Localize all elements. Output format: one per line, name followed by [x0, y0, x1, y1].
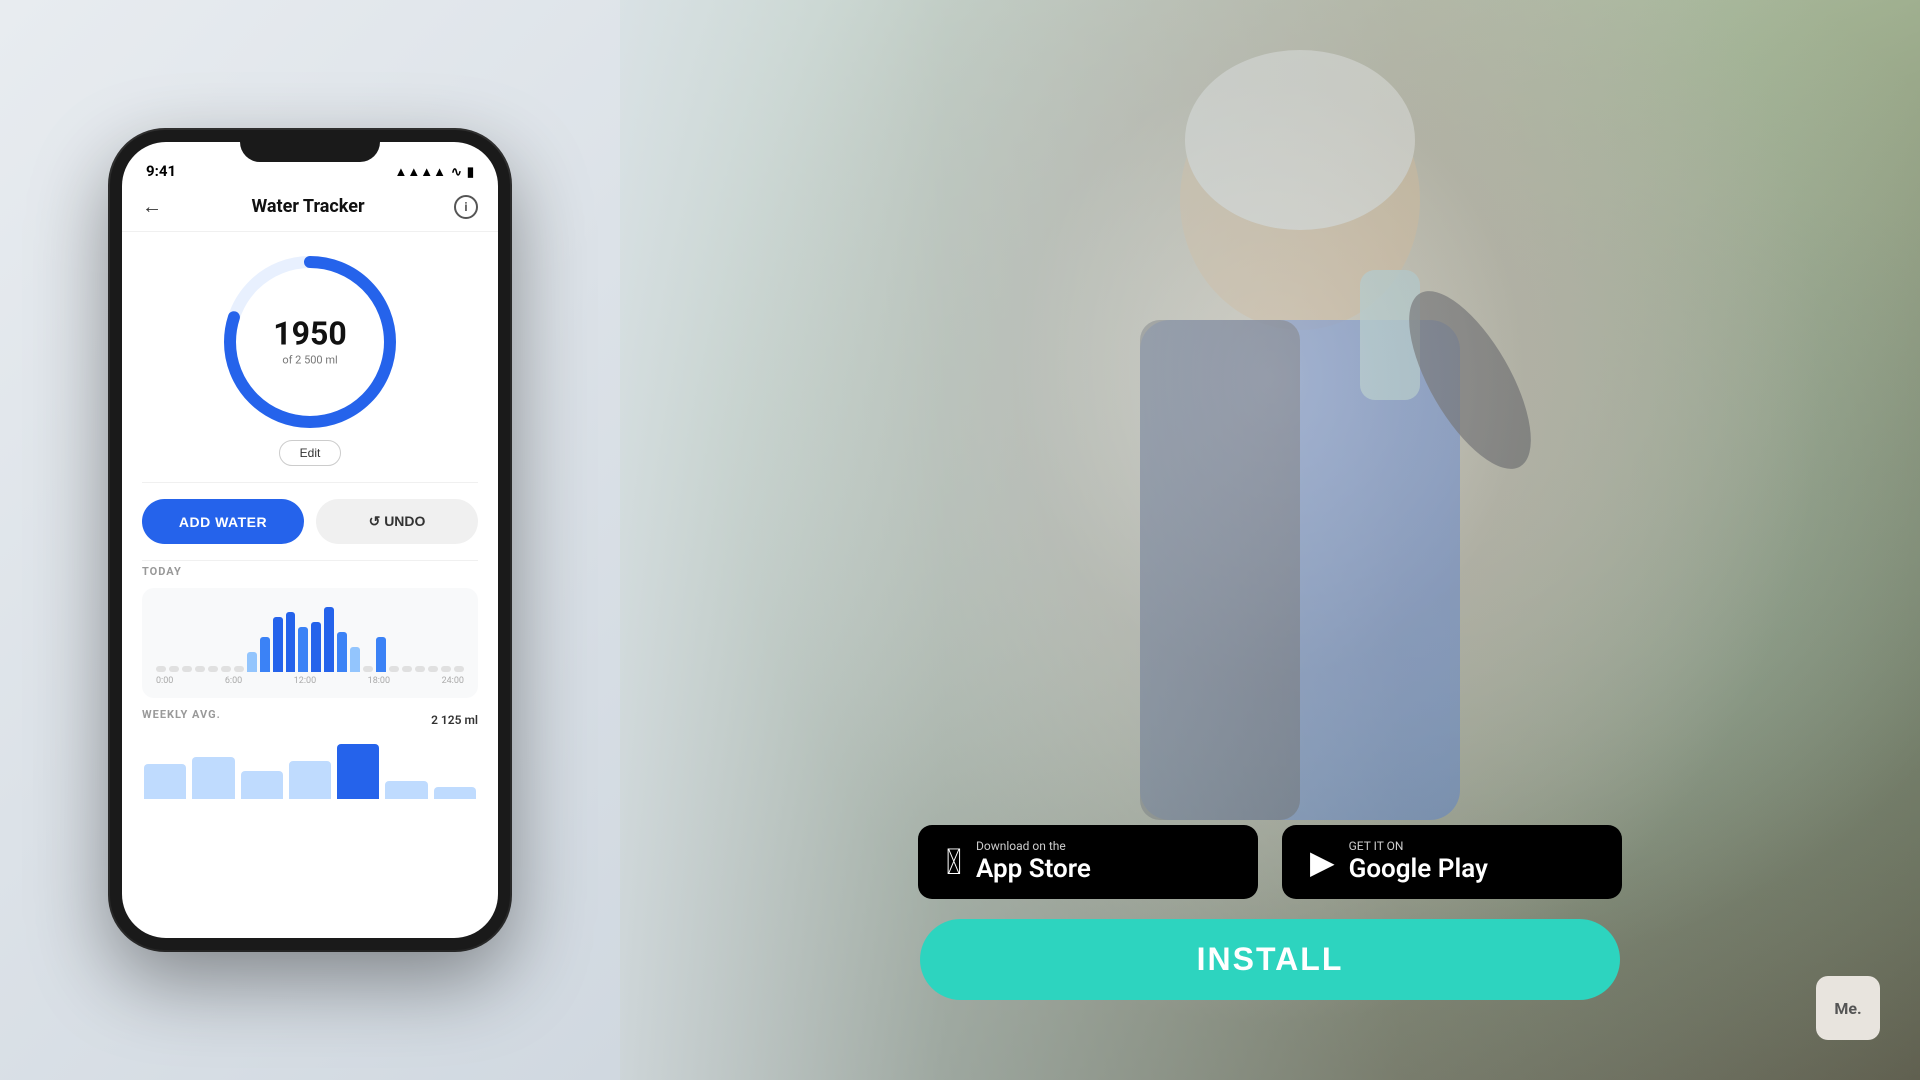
chart-bar	[337, 632, 347, 672]
chart-bar	[286, 612, 296, 672]
chart-bar	[247, 652, 257, 672]
app-store-button[interactable]:  Download on the App Store	[918, 825, 1258, 899]
chart-bar	[376, 637, 386, 672]
chart-bar	[324, 607, 334, 672]
weekly-bars	[142, 739, 478, 799]
weekly-bar	[289, 761, 331, 799]
phone-notch	[240, 130, 380, 162]
status-icons: ▲▲▲▲ ∿ ▮	[394, 164, 474, 180]
app-store-sub-label: Download on the	[976, 839, 1091, 853]
chart-label-6: 6:00	[225, 676, 242, 686]
app-title: Water Tracker	[251, 196, 364, 217]
weekly-bar	[337, 744, 379, 799]
weekly-bar	[144, 764, 186, 799]
weekly-bar	[385, 781, 427, 799]
battery-icon: ▮	[467, 165, 474, 180]
chart-bar	[298, 627, 308, 672]
phone-screen: 9:41 ▲▲▲▲ ∿ ▮ ← Water Tracker i	[122, 142, 498, 938]
chart-bar	[234, 666, 244, 672]
back-icon[interactable]: ←	[142, 194, 162, 219]
ring-container: 1950 of 2 500 ml	[220, 252, 400, 432]
chart-labels: 0:00 6:00 12:00 18:00 24:00	[152, 672, 468, 686]
water-value: 1950	[273, 318, 346, 350]
chart-bar	[311, 622, 321, 672]
chart-bar	[273, 617, 283, 672]
weekly-bar	[192, 757, 234, 799]
chart-bar	[363, 666, 373, 672]
chart-area: 0:00 6:00 12:00 18:00 24:00	[142, 588, 478, 698]
edit-button[interactable]: Edit	[279, 440, 342, 466]
chart-bar	[182, 666, 192, 672]
app-header: ← Water Tracker i	[122, 186, 498, 232]
action-buttons: ADD WATER ↺ UNDO	[122, 483, 498, 560]
phone-mockup: 9:41 ▲▲▲▲ ∿ ▮ ← Water Tracker i	[110, 130, 510, 950]
google-play-sub-label: GET IT ON	[1349, 839, 1488, 853]
info-icon[interactable]: i	[454, 195, 478, 219]
weekly-section: WEEKLY AVG. 2 125 ml	[122, 698, 498, 799]
chart-label-24: 24:00	[442, 676, 464, 686]
chart-bar	[156, 666, 166, 672]
chart-label-0: 0:00	[156, 676, 173, 686]
app-store-main-label: App Store	[976, 854, 1091, 885]
me-badge-label: Me.	[1834, 999, 1861, 1018]
signal-icon: ▲▲▲▲	[394, 164, 445, 180]
apple-icon: 	[946, 844, 962, 880]
chart-bar	[428, 666, 438, 672]
chart-bars	[152, 600, 468, 672]
chart-bar	[389, 666, 399, 672]
water-goal-label: of 2 500 ml	[273, 354, 346, 367]
chart-bar	[402, 666, 412, 672]
chart-label-18: 18:00	[368, 676, 390, 686]
weekly-label: WEEKLY AVG.	[142, 708, 221, 721]
weekly-bar	[434, 787, 476, 799]
water-ring-section: 1950 of 2 500 ml Edit	[122, 232, 498, 482]
add-water-button[interactable]: ADD WATER	[142, 499, 304, 544]
weekly-bar	[241, 771, 283, 799]
google-play-button[interactable]: ▶ GET IT ON Google Play	[1282, 825, 1622, 899]
weekly-header: WEEKLY AVG. 2 125 ml	[142, 708, 478, 731]
wifi-icon: ∿	[451, 165, 462, 180]
install-button[interactable]: INSTALL	[920, 919, 1620, 1000]
chart-bar	[221, 666, 231, 672]
weekly-value: 2 125 ml	[431, 713, 478, 727]
chart-bar	[208, 666, 218, 672]
app-store-text: Download on the App Store	[976, 839, 1091, 885]
right-panel:  Download on the App Store ▶ GET IT ON …	[620, 0, 1920, 1080]
undo-button[interactable]: ↺ UNDO	[316, 499, 478, 544]
chart-bar	[195, 666, 205, 672]
left-panel: 9:41 ▲▲▲▲ ∿ ▮ ← Water Tracker i	[0, 0, 620, 1080]
store-buttons:  Download on the App Store ▶ GET IT ON …	[918, 825, 1622, 899]
chart-bar	[454, 666, 464, 672]
status-time: 9:41	[146, 162, 176, 180]
right-content:  Download on the App Store ▶ GET IT ON …	[820, 825, 1720, 1000]
google-play-main-label: Google Play	[1349, 854, 1488, 885]
google-play-text: GET IT ON Google Play	[1349, 839, 1488, 885]
google-play-icon: ▶	[1310, 846, 1335, 878]
chart-bar	[441, 666, 451, 672]
chart-bar	[169, 666, 179, 672]
ring-center: 1950 of 2 500 ml	[273, 318, 346, 367]
chart-label-12: 12:00	[294, 676, 316, 686]
chart-bar	[350, 647, 360, 672]
me-badge: Me.	[1816, 976, 1880, 1040]
chart-bar	[260, 637, 270, 672]
chart-bar	[415, 666, 425, 672]
today-label: TODAY	[142, 565, 478, 578]
today-section: TODAY 0:00 6:00 12:00 18:00 24:00	[122, 561, 498, 698]
